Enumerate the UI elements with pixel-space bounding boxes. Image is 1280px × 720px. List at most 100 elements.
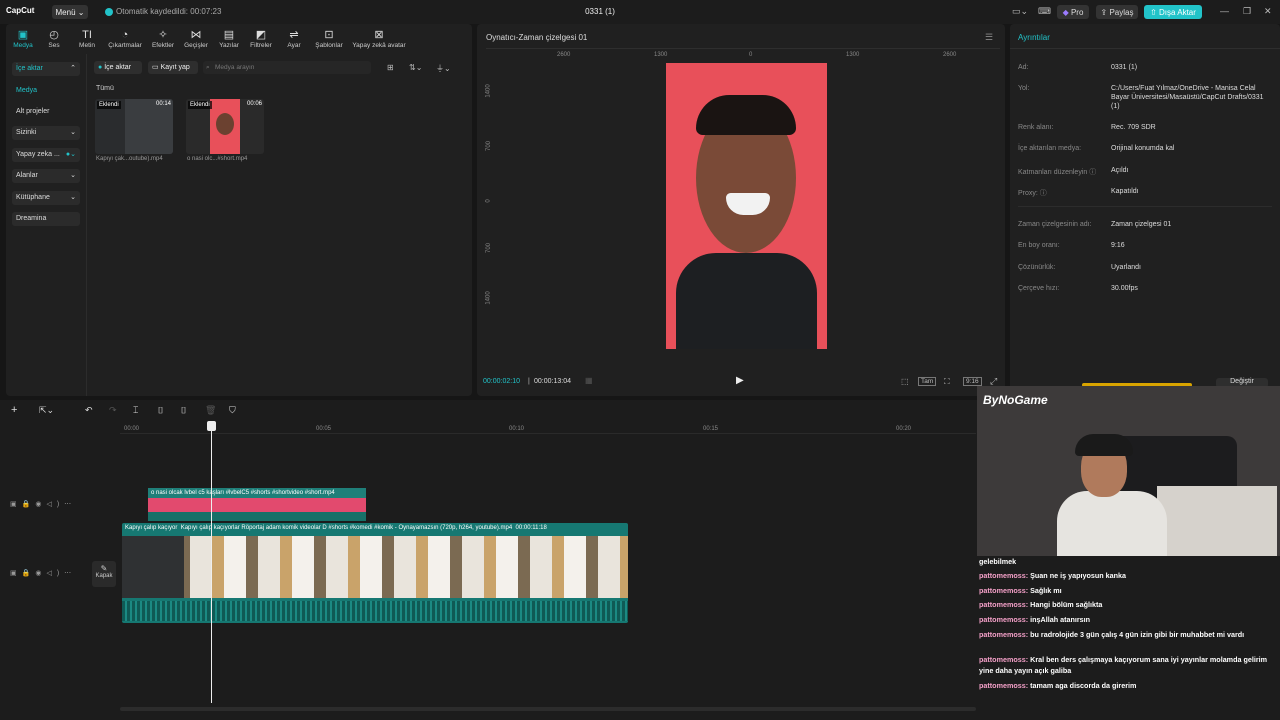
tool-templates[interactable]: ⊡ Şablonlar [308, 28, 350, 49]
sidebar-item-spaces[interactable]: Alanlar ⌄ [12, 169, 80, 183]
redo-icon[interactable]: ↷ [109, 405, 117, 416]
search-input[interactable]: ⌕ Medya arayın [203, 61, 371, 74]
playhead[interactable] [211, 423, 212, 703]
timeline-clip[interactable]: o nasi olcak lvbel c5 kaşları #lvbelC5 #… [148, 488, 366, 521]
filter-icon[interactable]: ⏚⌄ [436, 63, 451, 74]
media-name: Kapıyı çak...outube).mp4 [96, 156, 163, 162]
maximize-icon[interactable]: ❐ [1243, 6, 1251, 17]
sidebar-item-subprojects[interactable]: Alt projeler [12, 105, 80, 119]
sidebar-item-ai[interactable]: Yapay zeka ... ●⌄ [12, 148, 80, 162]
record-label: Kayıt yap [160, 64, 190, 71]
close-icon[interactable]: ✕ [1264, 6, 1272, 17]
export-label: Dışa Aktar [1159, 7, 1196, 17]
split-icon[interactable]: ⌶ [133, 405, 138, 416]
pro-label: Pro [1070, 7, 1084, 17]
menu-lines-icon[interactable]: ☰ [985, 32, 993, 43]
timeline-scrollbar[interactable] [120, 707, 976, 711]
chat-text: tamam aga discorda da girerim [1030, 681, 1137, 690]
search-icon: ⌕ [206, 64, 210, 71]
total-time: 00:00:13:04 [534, 378, 571, 385]
vruler-tick: 0 [485, 199, 492, 203]
grid-icon[interactable]: ▦ [585, 376, 593, 385]
play-icon[interactable]: ▶ [736, 375, 744, 386]
clip-frame-dark [122, 536, 184, 598]
chat-user: pattomemoss: [979, 600, 1029, 609]
import-button[interactable]: ● İçe aktar [94, 61, 142, 74]
all-label: Tümü [96, 85, 114, 92]
tool-stickers[interactable]: ◔ Çıkartmalar [104, 28, 146, 49]
select-tool-icon[interactable]: ⇱⌄ [39, 405, 54, 416]
current-time: 00:00:02:10 [483, 378, 520, 385]
shortcuts-icon[interactable]: ⌨ [1038, 6, 1051, 17]
sidebar-item-media[interactable]: Medya [12, 84, 80, 98]
clip-label: o nasi olcak lvbel c5 kaşları #lvbelC5 #… [148, 488, 366, 498]
thumb-image [125, 99, 173, 154]
delete-icon[interactable]: 🗑 [205, 405, 216, 416]
full-quality-button[interactable]: Tam [918, 377, 937, 386]
chat-user: pattomemoss: [979, 681, 1029, 690]
undo-icon[interactable]: ↶ [85, 405, 93, 416]
detail-key: Zaman çizelgesinin adı: [1018, 221, 1092, 228]
split-right-icon[interactable]: ⌷ [181, 405, 186, 416]
chat-message: pattomemoss: bu radrolojide 3 gün çalış … [979, 629, 1279, 640]
detail-value: Açıldı [1111, 167, 1129, 174]
export-button[interactable]: ⇧ Dışa Aktar [1144, 5, 1202, 19]
detail-value: Kapatıldı [1111, 188, 1139, 195]
details-divider [1010, 48, 1280, 49]
sidebar-item-import[interactable]: İçe aktar ⌃ [12, 62, 80, 76]
edit-icon: ✎ [100, 564, 108, 573]
sidebar-label: Dreamina [16, 215, 47, 222]
clip-name: Kapıyı çalıp kaçıyorlar Röportaj adam ko… [180, 525, 513, 531]
tool-text[interactable]: TI Metin [66, 28, 108, 49]
sort-icon[interactable]: ⇅⌄ [409, 63, 422, 72]
detail-value: 0331 (1) [1111, 64, 1138, 71]
sidebar-label: Alt projeler [16, 108, 50, 115]
share-icon: ⇪ [1100, 7, 1108, 17]
track-controls[interactable]: ▣🔒◉◁)⋯ [10, 500, 76, 508]
menu-button[interactable]: Menü ⌄ [52, 5, 88, 19]
clip-frames [122, 536, 628, 598]
tool-label: Geçişler [184, 42, 208, 49]
tool-ai-avatar[interactable]: ⊠ Yapay zekâ avatar [348, 28, 410, 49]
detail-value: C:/Users/Fuat Yılmaz/OneDrive - Manisa C… [1111, 85, 1264, 110]
chat-message: pattomemoss: Hangi bölüm sağlıkta [979, 599, 1279, 610]
split-left-icon[interactable]: ⌷ [158, 405, 163, 416]
sidebar-item-library[interactable]: Kütüphane ⌄ [12, 191, 80, 205]
chat-user: pattomemoss: [979, 630, 1029, 639]
media-item[interactable]: Eklendi 00:06 [186, 99, 264, 154]
added-tag: Eklendi [97, 101, 121, 109]
chat-user: pattomemoss: [979, 615, 1029, 624]
minimize-icon[interactable]: — [1220, 6, 1229, 16]
clip-waveform [122, 601, 628, 621]
fit-icon[interactable]: ⛶ [944, 377, 950, 387]
share-label: Paylaş [1109, 7, 1134, 17]
clip-audio [148, 512, 366, 521]
timeline-clip[interactable]: Kapıyı çalıp kaçıyor Kapıyı çalıp kaçıyo… [122, 523, 628, 623]
crop-icon[interactable]: ⬚ [901, 377, 909, 386]
sidebar-label: Alanlar [16, 172, 38, 179]
toggle-icon: ●⌄ [65, 151, 76, 158]
video-preview[interactable] [666, 63, 827, 349]
timeline-tick: 00:20 [896, 426, 912, 432]
ruler-tick: 1300 [846, 52, 860, 58]
app-logo: CapCut [6, 6, 35, 15]
shield-icon[interactable]: ⛉ [229, 405, 236, 416]
chat-message: gelebilmek [979, 556, 1279, 567]
media-item[interactable]: Eklendi 00:14 [95, 99, 173, 154]
share-button[interactable]: ⇪ Paylaş [1096, 5, 1138, 19]
window-title: 0331 (1) [585, 7, 615, 16]
pro-button[interactable]: ◆ Pro [1057, 5, 1089, 19]
grid-view-icon[interactable]: ⊞ [387, 63, 394, 72]
track-controls[interactable]: ▣🔒◉◁)⋯ [10, 569, 76, 577]
vruler-tick: 700 [486, 242, 493, 254]
aspect-ratio-button[interactable]: 9:16 [963, 377, 982, 386]
playhead-handle[interactable] [207, 421, 216, 431]
vruler-tick: 700 [486, 140, 493, 152]
chat-user: pattomemoss: [979, 655, 1029, 664]
sidebar-item-yours[interactable]: Sizinki ⌄ [12, 126, 80, 140]
sidebar-item-dreamina[interactable]: Dreamina [12, 212, 80, 226]
layout-icon[interactable]: ▭⌄ [1012, 6, 1028, 17]
record-button[interactable]: ▭ Kayıt yap [148, 61, 198, 74]
add-track-icon[interactable]: + [11, 404, 17, 416]
cover-button[interactable]: ✎ Kapak [92, 561, 116, 587]
